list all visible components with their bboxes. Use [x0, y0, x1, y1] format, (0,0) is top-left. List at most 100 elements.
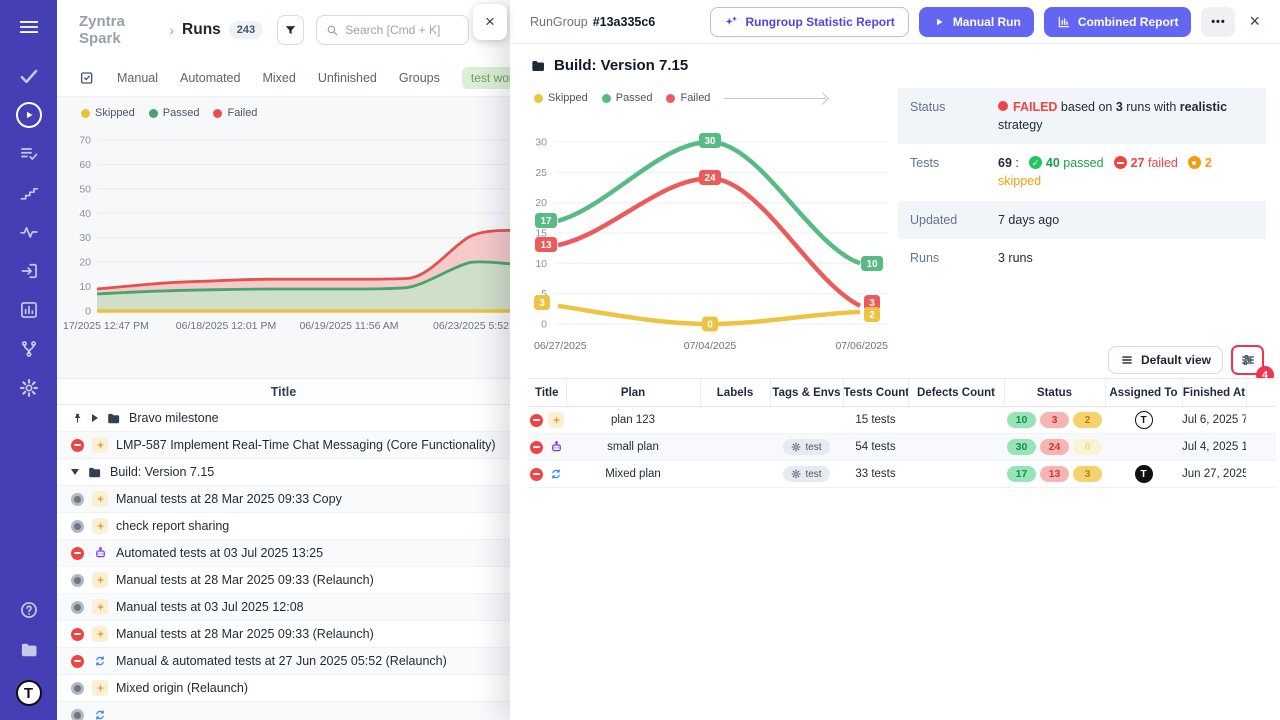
sidebar-item-tests[interactable]: [12, 66, 46, 86]
legend-failed: Failed: [227, 107, 257, 119]
assignee-avatar[interactable]: T: [1135, 465, 1153, 483]
table-row[interactable]: plan 123 15 tests 1032 T Jul 6, 2025 7:4…: [528, 407, 1276, 434]
runs-history-area-chart[interactable]: 010 2030 4050 6070 17/2025 12:47 PM 06/1…: [61, 125, 510, 337]
funnel-icon: [283, 23, 298, 38]
finished-at-cell: Jun 27, 2025 5:5: [1182, 461, 1246, 488]
in-progress-status-icon: [71, 601, 84, 614]
run-title: Manual tests at 28 Mar 2025 09:33 (Relau…: [116, 573, 374, 587]
run-row[interactable]: Manual tests at 28 Mar 2025 09:33 Copy: [57, 486, 510, 513]
table-row[interactable]: small plan test 54 tests 30240 Jul 4, 20…: [528, 434, 1276, 461]
passed-dot: [602, 94, 611, 103]
default-view-button[interactable]: Default view: [1108, 346, 1223, 374]
run-row[interactable]: Manual tests at 28 Mar 2025 09:33 (Relau…: [57, 567, 510, 594]
more-actions-button[interactable]: •••: [1201, 7, 1235, 37]
tab-automated[interactable]: Automated: [180, 71, 240, 85]
breadcrumb-separator: ›: [169, 22, 174, 38]
close-panel-button[interactable]: ×: [1245, 11, 1264, 32]
run-row-group[interactable]: Build: Version 7.15: [57, 459, 510, 486]
gear-icon: [19, 378, 39, 398]
col-tags-envs[interactable]: Tags & Envs: [770, 379, 843, 407]
sidebar-item-plans[interactable]: [12, 144, 46, 164]
sidebar-item-activity[interactable]: [12, 222, 46, 242]
rungroup-statistic-report-button[interactable]: Rungroup Statistic Report: [710, 7, 908, 37]
info-row-updated: Updated 7 days ago: [898, 201, 1266, 239]
sidebar-item-projects[interactable]: [12, 640, 46, 660]
sidebar-item-reports[interactable]: [12, 300, 46, 320]
folder-icon: [530, 57, 546, 74]
run-row[interactable]: Automated tests at 03 Jul 2025 13:25: [57, 540, 510, 567]
folder-icon: [87, 464, 102, 479]
tab-mixed[interactable]: Mixed: [262, 71, 295, 85]
check-icon: [19, 66, 39, 86]
run-row[interactable]: check report sharing: [57, 513, 510, 540]
chevron-down-icon[interactable]: [71, 469, 79, 475]
tag-pill[interactable]: test: [783, 466, 829, 482]
runs-table-header: Title: [57, 378, 510, 405]
manual-run-button[interactable]: Manual Run: [919, 7, 1034, 37]
col-tests-count[interactable]: Tests Count: [843, 379, 908, 407]
tests-count-cell: 54 tests: [843, 434, 908, 461]
annotation-highlight-box: 4: [1231, 345, 1264, 375]
plan-cell[interactable]: Mixed plan: [566, 461, 700, 488]
assignee-avatar[interactable]: T: [1135, 411, 1153, 429]
run-row-partial[interactable]: [57, 702, 510, 720]
sidebar-item-branches[interactable]: [12, 339, 46, 359]
table-row[interactable]: Mixed plan test 33 tests 17133 T Jun 27,…: [528, 461, 1276, 488]
user-avatar[interactable]: T: [16, 680, 42, 706]
run-row[interactable]: Manual tests at 03 Jul 2025 12:08: [57, 594, 510, 621]
chevron-right-icon[interactable]: [92, 414, 98, 422]
tag-pill[interactable]: test: [783, 439, 829, 455]
finished-at-cell: Jul 4, 2025 11:27: [1182, 434, 1246, 461]
svg-text:25: 25: [535, 167, 547, 179]
sidebar-item-steps[interactable]: [12, 183, 46, 203]
tab-manual[interactable]: Manual: [117, 71, 158, 85]
tab-unfinished[interactable]: Unfinished: [318, 71, 377, 85]
col-assigned-to[interactable]: Assigned To: [1105, 379, 1182, 407]
gear-icon: [791, 469, 801, 479]
col-title[interactable]: Title: [528, 379, 566, 407]
run-row-group[interactable]: Bravo milestone: [57, 405, 510, 432]
runs-value: 3 runs: [998, 249, 1033, 267]
rungroup-title: Build: Version 7.15: [554, 57, 688, 74]
runs-filter-tabs: Manual Automated Mixed Unfinished Groups…: [57, 60, 510, 97]
run-title: Automated tests at 03 Jul 2025 13:25: [116, 546, 323, 560]
plan-cell[interactable]: small plan: [566, 434, 700, 461]
help-icon: [19, 600, 39, 620]
combined-report-button[interactable]: Combined Report: [1044, 7, 1192, 37]
svg-text:10: 10: [866, 259, 878, 270]
sidebar-bottom: T: [12, 600, 46, 706]
sidebar-item-runs[interactable]: [12, 105, 46, 125]
col-plan[interactable]: Plan: [566, 379, 700, 407]
svg-text:06/23/2025 5:52 P: 06/23/2025 5:52 P: [433, 320, 510, 332]
run-row[interactable]: Manual & automated tests at 27 Jun 2025 …: [57, 648, 510, 675]
bulk-edit-icon[interactable]: [79, 69, 95, 87]
run-row[interactable]: LMP-587 Implement Real-Time Chat Messagi…: [57, 432, 510, 459]
run-row[interactable]: Manual tests at 28 Mar 2025 09:33 (Relau…: [57, 621, 510, 648]
col-finished-at[interactable]: Finished At: [1182, 379, 1246, 407]
tab-groups[interactable]: Groups: [399, 71, 440, 85]
failed-status-icon: [530, 441, 543, 454]
svg-text:13: 13: [540, 240, 552, 251]
hamburger-menu-icon[interactable]: [18, 16, 40, 38]
magic-icon: [724, 15, 738, 29]
sidebar-item-settings[interactable]: [12, 378, 46, 398]
search-input[interactable]: [345, 23, 460, 37]
status-badge: FAILED: [1013, 100, 1057, 114]
sidebar-item-import[interactable]: [12, 261, 46, 281]
sidebar-item-help[interactable]: [12, 600, 46, 620]
failed-status-icon: [71, 547, 84, 560]
skipped-dot: [534, 94, 543, 103]
filter-tag-pill[interactable]: test work: [462, 67, 510, 89]
run-row[interactable]: Mixed origin (Relaunch): [57, 675, 510, 702]
pin-icon[interactable]: [71, 411, 84, 425]
filter-button[interactable]: [277, 15, 304, 45]
col-labels[interactable]: Labels: [700, 379, 770, 407]
column-settings-button[interactable]: [1234, 348, 1261, 372]
plan-cell[interactable]: plan 123: [566, 407, 700, 434]
tags-cell: test: [770, 434, 843, 461]
col-defects-count[interactable]: Defects Count: [908, 379, 1004, 407]
rungroup-line-chart[interactable]: 05 1015 2025 30 17 30 10 13 24 3 3 0: [520, 106, 892, 356]
col-status[interactable]: Status: [1004, 379, 1105, 407]
panel-close-button[interactable]: ×: [473, 4, 507, 40]
breadcrumb-project[interactable]: Zyntra Spark: [79, 13, 161, 47]
